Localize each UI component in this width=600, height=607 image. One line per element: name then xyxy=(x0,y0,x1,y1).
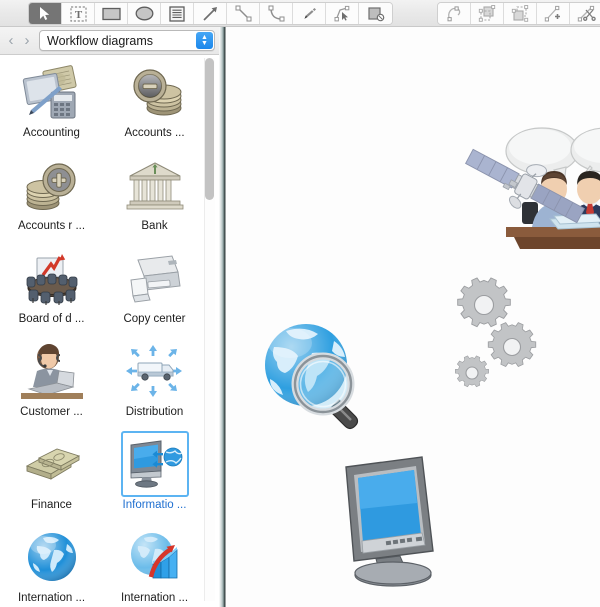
split-tool[interactable] xyxy=(570,3,600,24)
distribution-truck-icon xyxy=(121,338,189,404)
shapes-behind-icon xyxy=(478,5,496,22)
pointer-tool[interactable] xyxy=(29,3,62,24)
crop-tool[interactable] xyxy=(359,3,392,24)
bank-building-icon xyxy=(121,152,189,218)
library-items-grid: Accounting Accounts ... Accounts r ... B… xyxy=(0,55,206,607)
rectangle-tool[interactable] xyxy=(95,3,128,24)
library-item-label: Board of d ... xyxy=(18,313,85,325)
library-item[interactable]: Copy center xyxy=(103,241,206,334)
arrow-cursor-icon xyxy=(38,6,52,21)
polyline-node-icon xyxy=(334,5,351,22)
pen-tool[interactable] xyxy=(293,3,326,24)
accounts-receivable-coins-icon xyxy=(18,152,86,218)
copy-center-printer-icon xyxy=(121,245,189,311)
arc-node-icon xyxy=(445,5,463,22)
arrow-up-right-icon xyxy=(202,5,219,22)
nav-forward-button[interactable]: › xyxy=(19,30,35,52)
library-item[interactable]: Internation ... xyxy=(103,520,206,607)
fountain-pen-icon xyxy=(300,6,318,22)
international-globe-icon xyxy=(18,524,86,590)
ellipse-tool[interactable] xyxy=(128,3,161,24)
diagram-canvas[interactable] xyxy=(226,27,600,607)
svg-text:T: T xyxy=(74,9,82,21)
lcd-monitor-icon xyxy=(336,455,456,590)
library-item[interactable]: Accounting xyxy=(0,55,103,148)
nav-back-button[interactable]: ‹ xyxy=(3,30,19,52)
library-item-label: Accounts r ... xyxy=(17,220,86,232)
library-item[interactable]: Accounts ... xyxy=(103,55,206,148)
accounts-payable-coins-icon xyxy=(121,59,189,125)
library-item-label: Distribution xyxy=(125,406,184,418)
library-item-label: Accounts ... xyxy=(124,127,185,139)
line-scissors-icon xyxy=(577,5,596,22)
finance-money-stack-icon xyxy=(18,431,86,497)
main-toolbar: T xyxy=(0,0,600,27)
drawing-tools-group: T xyxy=(28,2,393,25)
library-item[interactable]: Accounts r ... xyxy=(0,148,103,241)
library-item[interactable]: Board of d ... xyxy=(0,241,103,334)
application-window: T ‹ › Workflow diagrams ▲ ▼ Accounting A… xyxy=(0,0,600,607)
add-point-tool[interactable] xyxy=(537,3,570,24)
satellite-icon xyxy=(450,131,600,241)
combine-tool[interactable] xyxy=(504,3,537,24)
board-of-directors-table-icon xyxy=(18,245,86,311)
path-operations-group xyxy=(437,2,600,25)
library-item-label: Bank xyxy=(141,220,168,232)
shapes-front-icon xyxy=(511,5,529,22)
library-item-label: Customer ... xyxy=(20,406,83,418)
smooth-path-tool[interactable] xyxy=(438,3,471,24)
global-search-shape[interactable] xyxy=(256,317,388,432)
rectangle-icon xyxy=(101,7,121,21)
library-item[interactable]: Internation ... xyxy=(0,520,103,607)
curve-tool[interactable] xyxy=(260,3,293,24)
diagonal-line-icon xyxy=(235,5,252,22)
table-tool[interactable] xyxy=(161,3,194,24)
polyline-edit-tool[interactable] xyxy=(326,3,359,24)
library-item[interactable]: Customer ... xyxy=(0,334,103,427)
category-combobox[interactable]: Workflow diagrams ▲ ▼ xyxy=(39,30,215,51)
library-scrollbar-thumb[interactable] xyxy=(205,58,214,200)
gears-shape[interactable] xyxy=(450,275,555,395)
library-item[interactable]: Distribution xyxy=(103,334,206,427)
library-item[interactable]: Finance xyxy=(0,427,103,520)
arrow-line-tool[interactable] xyxy=(194,3,227,24)
library-item-label: Accounting xyxy=(23,127,80,139)
list-lines-icon xyxy=(169,5,185,22)
shape-cut-icon xyxy=(367,6,385,22)
stepper-down-icon: ▼ xyxy=(201,39,208,47)
union-tool[interactable] xyxy=(471,3,504,24)
library-item[interactable]: Bank xyxy=(103,148,206,241)
line-plus-icon xyxy=(544,5,562,22)
globe-magnifier-icon xyxy=(256,317,388,432)
library-item-label: Informatio ... xyxy=(122,499,187,511)
curve-icon xyxy=(268,5,285,22)
international-growth-chart-icon xyxy=(121,524,189,590)
category-combobox-value: Workflow diagrams xyxy=(47,33,154,48)
shape-library-panel: ‹ › Workflow diagrams ▲ ▼ Accounting Acc… xyxy=(0,27,220,607)
text-tool[interactable]: T xyxy=(62,3,95,24)
library-item-label: Copy center xyxy=(123,313,186,325)
library-item-label: Internation ... xyxy=(17,592,86,604)
library-item-label: Internation ... xyxy=(120,592,189,604)
satellite-shape[interactable] xyxy=(450,131,600,241)
accounting-icon xyxy=(18,59,86,125)
customer-service-agent-icon xyxy=(18,338,86,404)
library-header: ‹ › Workflow diagrams ▲ ▼ xyxy=(0,27,220,55)
monitor-shape[interactable] xyxy=(336,455,456,590)
library-item[interactable]: Informatio ... xyxy=(103,427,206,520)
information-monitor-globe-icon xyxy=(120,431,189,497)
library-item-label: Finance xyxy=(31,499,72,511)
library-items-scrollarea[interactable]: Accounting Accounts ... Accounts r ... B… xyxy=(0,55,220,607)
three-gears-icon xyxy=(450,275,555,395)
text-box-icon: T xyxy=(69,5,87,22)
ellipse-icon xyxy=(135,6,154,21)
straight-line-tool[interactable] xyxy=(227,3,260,24)
category-stepper[interactable]: ▲ ▼ xyxy=(196,32,213,49)
panel-divider[interactable] xyxy=(219,27,226,607)
